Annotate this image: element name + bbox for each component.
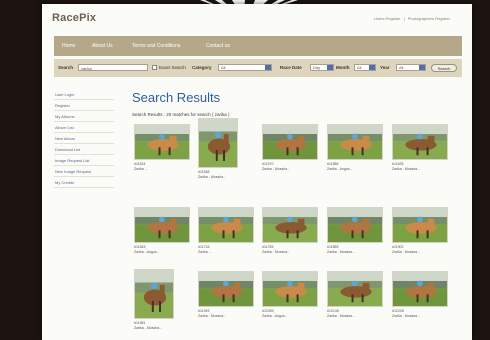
photo-ref: #11538 [198,170,210,174]
photo-caption[interactable]: Zarika - Mossha... [327,250,355,254]
race-photo[interactable] [198,271,254,307]
race-photo[interactable] [262,271,318,307]
year-label: Year [380,65,390,70]
photo-caption[interactable]: Zarika - Mossha... [327,314,355,318]
photo-ref: #11902 [392,245,404,249]
chevron-down-icon [265,65,271,70]
photo-caption[interactable]: Zarika ... [198,250,212,254]
search-field-label: Search [58,65,74,70]
photo-ref: #12208 [392,309,404,313]
photo-caption[interactable]: Zarika - Mossha... [198,314,226,318]
photo-caption[interactable]: Zarika - Mossha... [392,250,420,254]
photo-ref: #11645 [134,245,146,249]
page-title: Search Results [132,90,221,105]
photographers-register-link[interactable]: Photographers Register [408,16,450,21]
photo-caption[interactable]: Zarika - Angus... [134,250,159,254]
sidebar-item-image-request-list[interactable]: Image Request List [54,156,114,166]
main-nav: Home About Us Terms and Conditions Conta… [54,36,462,56]
month-select[interactable]: All [354,64,376,71]
photo-caption[interactable]: Zarika - Mossha... [134,326,162,330]
nav-home[interactable]: Home [62,43,75,49]
photo-ref: #11765 [262,245,274,249]
exact-search-label: Exact Search [159,65,186,70]
photo-ref: #12146 [327,309,339,313]
search-button[interactable]: Search [431,64,457,72]
race-photo[interactable] [327,207,383,243]
photo-ref: #11628 [392,162,404,166]
month-select-value: All [357,65,362,70]
photo-caption[interactable]: Zarika - Angus... [327,167,352,171]
search-input[interactable]: zarika [78,64,148,71]
race-photo[interactable] [134,207,190,243]
race-photo[interactable] [392,124,448,160]
browser-page: RacePix Users Register | Photographers R… [42,4,472,340]
nav-terms[interactable]: Terms and Conditions [132,43,180,49]
photo-caption[interactable]: Zarika - Mossha... [262,167,290,171]
chevron-down-icon [369,65,375,70]
sidebar-item-register[interactable]: Register [54,101,114,111]
site-logo[interactable]: RacePix [52,12,96,24]
photo-caption[interactable]: Zarika - Mossha... [392,167,420,171]
race-photo[interactable] [392,271,448,307]
users-register-link[interactable]: Users Register [374,16,400,21]
top-links: Users Register | Photographers Register [372,16,450,21]
site-header: RacePix Users Register | Photographers R… [42,4,472,34]
month-label: Month [336,65,350,70]
race-photo[interactable] [134,269,174,319]
photo-ref: #11716 [198,245,210,249]
day-select-value: Day [313,65,321,70]
exact-search-checkbox[interactable] [152,65,157,70]
nav-contact[interactable]: Contact us [206,43,230,49]
photo-caption[interactable]: Zarika - Angus... [262,314,287,318]
sidebar-item-download-list[interactable]: Download List [54,145,114,155]
results-summary: Search Results : 20 matches for search (… [132,112,230,117]
race-photo[interactable] [134,124,190,160]
day-select[interactable]: Day [310,64,334,71]
photo-caption[interactable]: Zarika - Mossha... [262,250,290,254]
chevron-down-icon [327,65,333,70]
nav-about-us[interactable]: About Us [92,43,113,49]
photo-ref: #11570 [262,162,274,166]
sidebar-item-user-login[interactable]: User Login [54,90,114,100]
race-date-label: Race Date [280,65,302,70]
top-links-separator: | [403,16,405,21]
year-select[interactable]: All [396,64,426,71]
photo-caption[interactable]: Zarika ... [134,167,148,171]
sidebar-item-my-albums[interactable]: My Albums [54,112,114,122]
photo-caption[interactable]: Zarika - Mossha... [392,314,420,318]
race-photo[interactable] [392,207,448,243]
category-label: Category [192,65,212,70]
race-photo[interactable] [327,124,383,160]
category-select[interactable]: All [218,64,272,71]
photo-ref: #11586 [327,162,339,166]
category-select-value: All [221,65,226,70]
chevron-down-icon [419,65,425,70]
race-photo[interactable] [262,124,318,160]
sidebar-item-album-list[interactable]: Album List [54,123,114,133]
photo-ref: #11885 [327,245,339,249]
race-photo[interactable] [262,207,318,243]
race-photo[interactable] [198,207,254,243]
race-photo[interactable] [327,271,383,307]
race-photo[interactable] [198,118,238,168]
sidebar-item-new-album[interactable]: New Album [54,134,114,144]
year-select-value: All [399,65,404,70]
photo-caption[interactable]: Zarika - Mossha... [198,175,226,179]
photo-ref: #11524 [134,162,146,166]
search-bar: Search zarika Exact Search Category All … [54,59,462,77]
photo-ref: #11993 [198,309,210,313]
sidebar-item-my-credits[interactable]: My Credits [54,178,114,188]
photo-ref: #11951 [134,321,146,325]
photo-ref: #12050 [262,309,274,313]
sidebar-item-new-image-request[interactable]: New Image Request [54,167,114,177]
